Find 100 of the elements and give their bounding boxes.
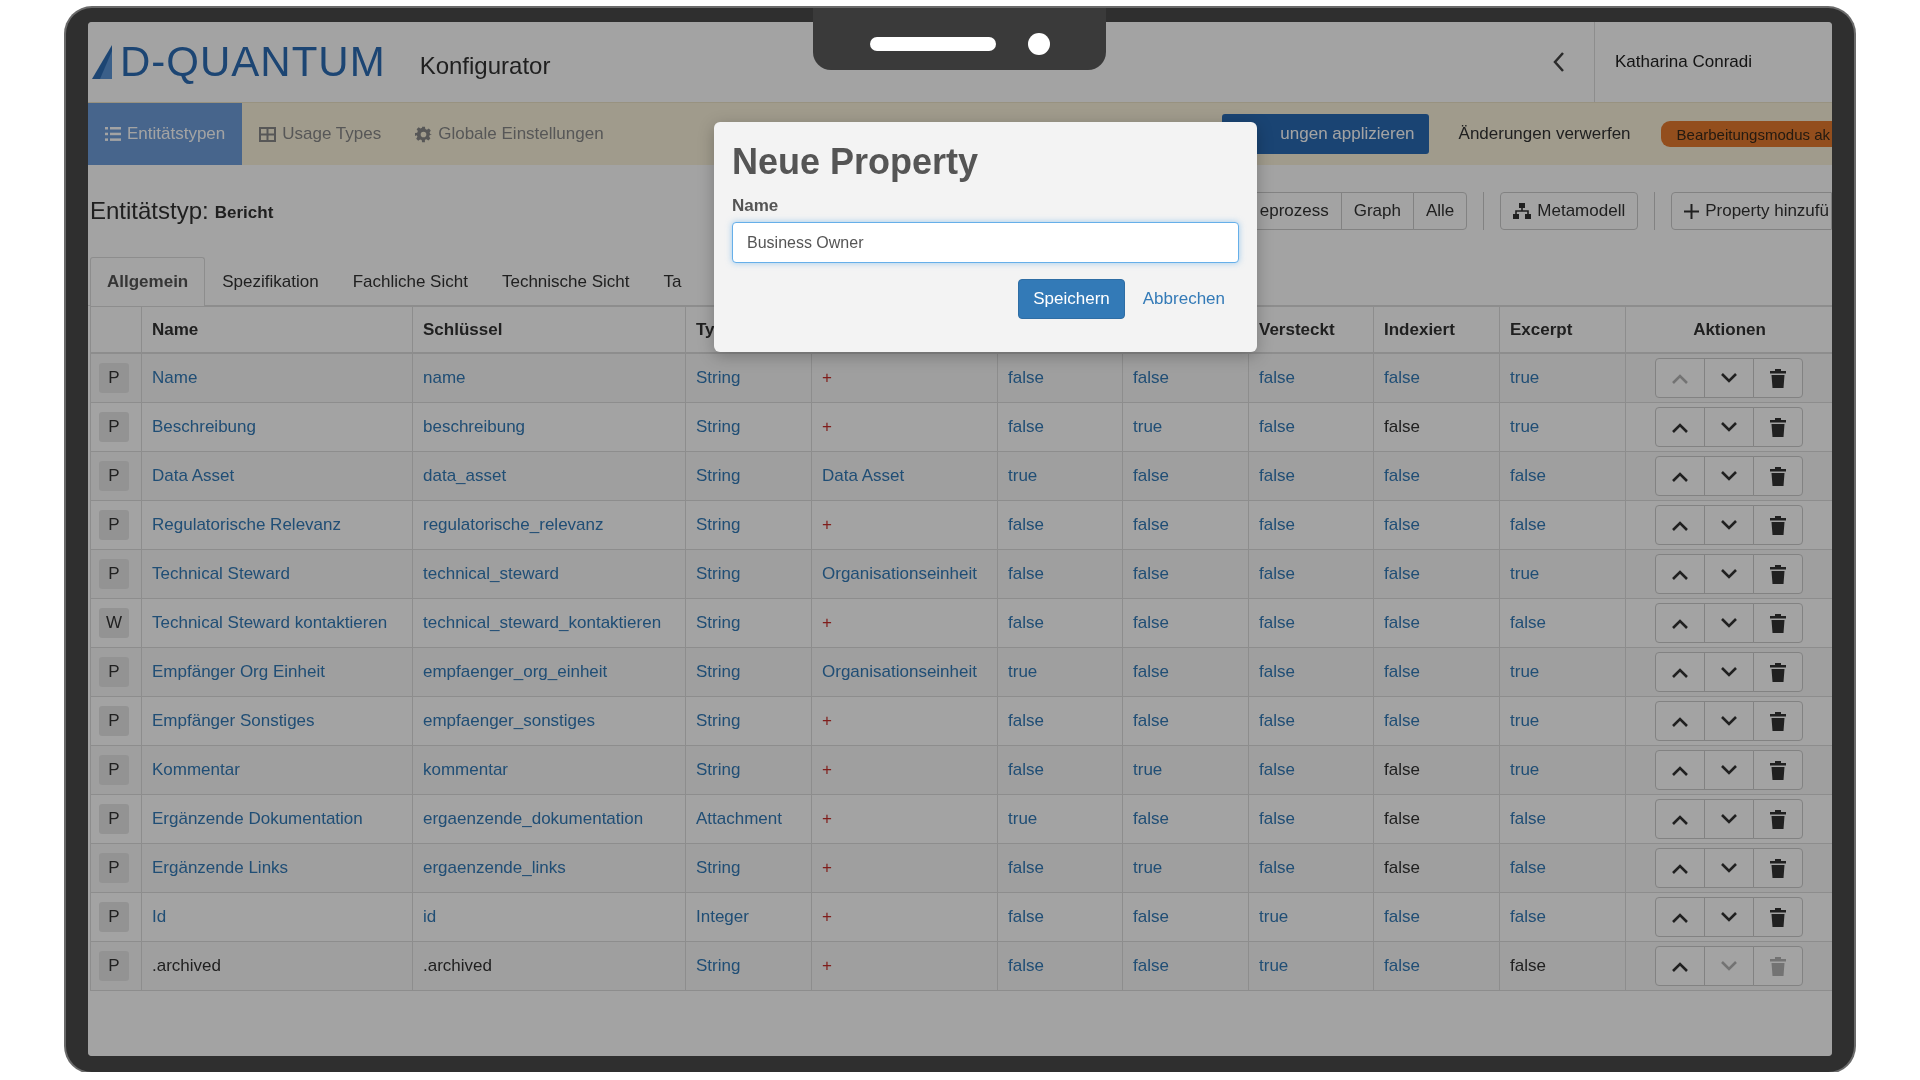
table-link[interactable]: false <box>1008 368 1044 387</box>
table-link[interactable]: false <box>1510 613 1546 632</box>
move-down-button[interactable] <box>1704 407 1754 447</box>
table-link[interactable]: false <box>1384 956 1420 975</box>
table-link[interactable]: Kommentar <box>152 760 240 779</box>
delete-button[interactable] <box>1753 848 1803 888</box>
table-link[interactable]: String <box>696 760 741 779</box>
table-link[interactable]: Technical Steward <box>152 564 290 583</box>
delete-button[interactable] <box>1753 407 1803 447</box>
table-link[interactable]: Name <box>152 368 198 387</box>
table-link[interactable]: true <box>1008 466 1038 485</box>
table-link[interactable]: beschreibung <box>423 417 526 436</box>
table-link[interactable]: name <box>423 368 466 387</box>
delete-button[interactable] <box>1753 701 1803 741</box>
table-link[interactable]: false <box>1259 760 1295 779</box>
table-link[interactable]: true <box>1510 711 1540 730</box>
table-link[interactable]: String <box>696 613 741 632</box>
table-link[interactable]: String <box>696 662 741 681</box>
tab[interactable]: Spezifikation <box>205 257 336 305</box>
add-link[interactable]: + <box>822 417 832 436</box>
table-link[interactable]: Data Asset <box>822 466 905 485</box>
table-link[interactable]: false <box>1259 368 1295 387</box>
save-button[interactable]: Speichern <box>1018 279 1125 319</box>
delete-button[interactable] <box>1753 603 1803 643</box>
table-link[interactable]: false <box>1008 907 1044 926</box>
move-up-button[interactable] <box>1655 848 1705 888</box>
move-down-button[interactable] <box>1704 505 1754 545</box>
table-link[interactable]: false <box>1133 466 1169 485</box>
nav-tab[interactable]: Entitätstypen <box>88 103 243 165</box>
table-link[interactable]: String <box>696 368 741 387</box>
table-link[interactable]: Beschreibung <box>152 417 256 436</box>
move-up-button[interactable] <box>1655 456 1705 496</box>
add-link[interactable]: + <box>822 858 832 877</box>
add-link[interactable]: + <box>822 809 832 828</box>
table-link[interactable]: false <box>1259 417 1295 436</box>
table-link[interactable]: true <box>1259 907 1289 926</box>
nav-tab[interactable]: Globale Einstellungen <box>398 103 621 165</box>
table-link[interactable]: false <box>1510 515 1546 534</box>
table-link[interactable]: true <box>1510 368 1540 387</box>
table-link[interactable]: Ergänzende Links <box>152 858 289 877</box>
table-link[interactable]: String <box>696 711 741 730</box>
table-link[interactable]: false <box>1008 613 1044 632</box>
table-link[interactable]: false <box>1133 564 1169 583</box>
table-link[interactable]: String <box>696 515 741 534</box>
metamodel-button[interactable]: Metamodell <box>1500 192 1639 230</box>
move-up-button[interactable] <box>1655 750 1705 790</box>
table-link[interactable]: false <box>1384 466 1420 485</box>
move-down-button[interactable] <box>1704 456 1754 496</box>
table-link[interactable]: false <box>1133 956 1169 975</box>
tab[interactable]: Technische Sicht <box>484 257 647 305</box>
tab[interactable]: Ta <box>646 257 699 305</box>
table-link[interactable]: false <box>1510 466 1546 485</box>
nav-tab[interactable]: Usage Types <box>242 103 399 165</box>
add-property-button[interactable]: Property hinzufü <box>1671 192 1832 230</box>
add-link[interactable]: + <box>822 956 832 975</box>
move-up-button[interactable] <box>1655 554 1705 594</box>
table-link[interactable]: false <box>1259 809 1295 828</box>
table-link[interactable]: true <box>1510 760 1540 779</box>
cancel-link[interactable]: Abbrechen <box>1134 279 1233 319</box>
table-link[interactable]: false <box>1008 858 1044 877</box>
table-link[interactable]: false <box>1133 711 1169 730</box>
move-up-button[interactable] <box>1655 701 1705 741</box>
chevron-left-icon[interactable] <box>1551 51 1566 73</box>
table-link[interactable]: false <box>1133 613 1169 632</box>
delete-button[interactable] <box>1753 456 1803 496</box>
add-link[interactable]: + <box>822 907 832 926</box>
tab[interactable]: Fachliche Sicht <box>335 257 485 305</box>
table-link[interactable]: false <box>1008 417 1044 436</box>
move-up-button[interactable] <box>1655 946 1705 986</box>
table-link[interactable]: false <box>1510 858 1546 877</box>
table-link[interactable]: false <box>1259 711 1295 730</box>
table-link[interactable]: false <box>1384 662 1420 681</box>
move-up-button[interactable] <box>1655 897 1705 937</box>
move-up-button[interactable] <box>1655 799 1705 839</box>
table-link[interactable]: false <box>1008 515 1044 534</box>
add-link[interactable]: + <box>822 760 832 779</box>
table-link[interactable]: false <box>1133 907 1169 926</box>
table-link[interactable]: false <box>1133 515 1169 534</box>
table-link[interactable]: true <box>1510 417 1540 436</box>
tab[interactable]: Allgemein <box>90 257 206 306</box>
table-link[interactable]: false <box>1384 515 1420 534</box>
delete-button[interactable] <box>1753 897 1803 937</box>
table-link[interactable]: true <box>1133 760 1163 779</box>
move-down-button[interactable] <box>1704 358 1754 398</box>
table-link[interactable]: false <box>1008 564 1044 583</box>
table-link[interactable]: ergaenzende_links <box>423 858 566 877</box>
move-down-button[interactable] <box>1704 946 1754 986</box>
table-link[interactable]: true <box>1510 662 1540 681</box>
table-link[interactable]: String <box>696 858 741 877</box>
add-link[interactable]: + <box>822 711 832 730</box>
table-link[interactable]: false <box>1008 760 1044 779</box>
table-link[interactable]: false <box>1384 613 1420 632</box>
table-link[interactable]: false <box>1259 858 1295 877</box>
move-up-button[interactable] <box>1655 358 1705 398</box>
add-link[interactable]: + <box>822 613 832 632</box>
move-down-button[interactable] <box>1704 701 1754 741</box>
view-button[interactable]: Alle <box>1412 192 1468 230</box>
table-link[interactable]: data_asset <box>423 466 507 485</box>
table-link[interactable]: true <box>1259 956 1289 975</box>
move-up-button[interactable] <box>1655 652 1705 692</box>
